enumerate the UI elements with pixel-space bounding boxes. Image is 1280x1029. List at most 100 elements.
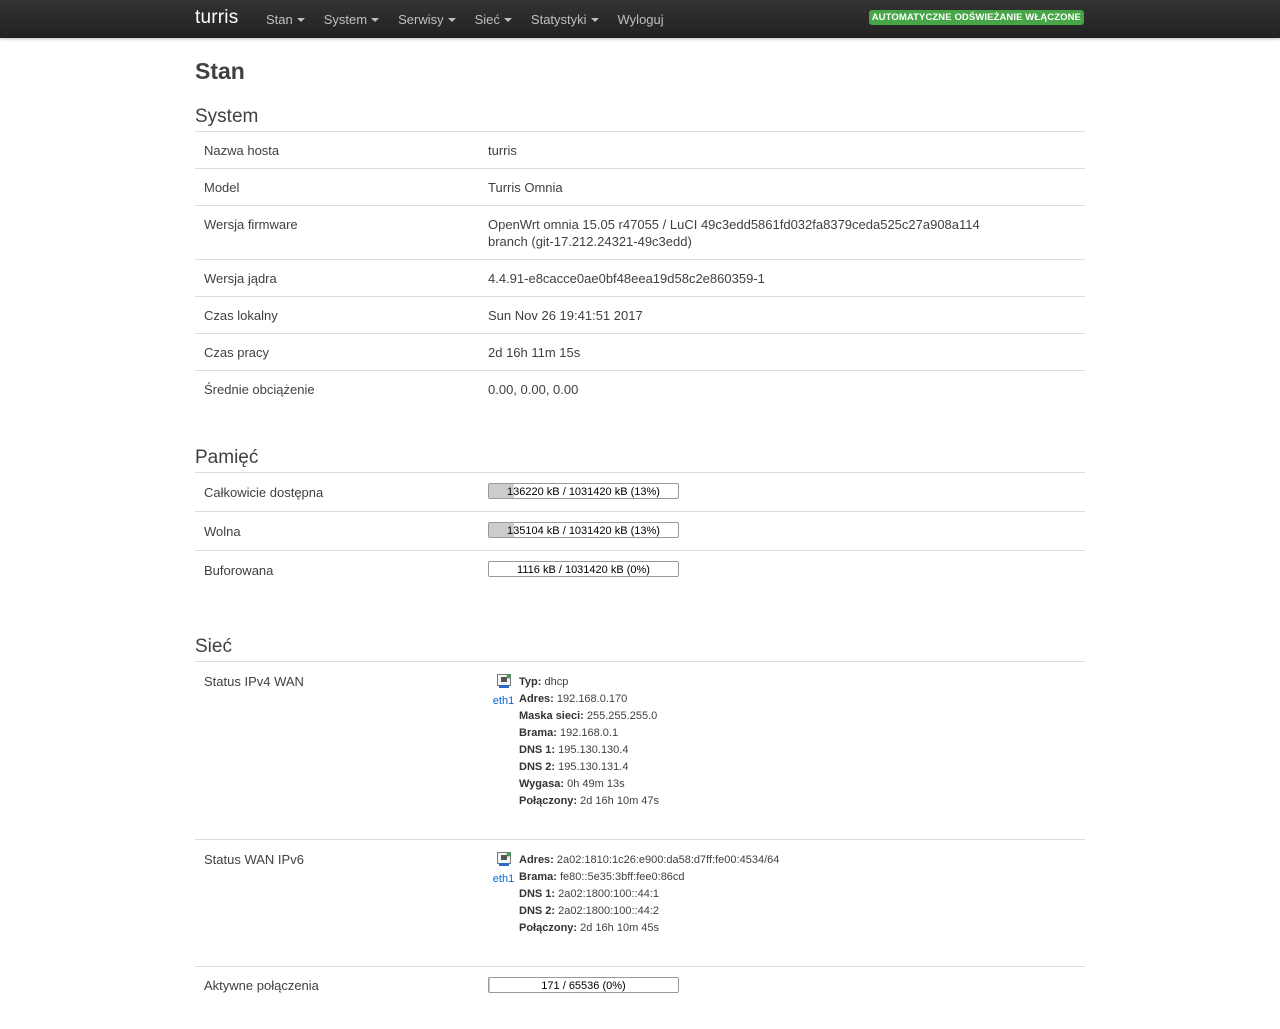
detail-key: Typ:	[519, 676, 542, 688]
memory-section: Pamięć Całkowicie dostępna 136220 kB / 1…	[195, 443, 1085, 590]
row-label: Wolna	[204, 524, 241, 539]
detail-value: 2a02:1800:100::44:1	[558, 888, 660, 900]
row-label: Wersja jądra	[204, 271, 277, 286]
progress-bar: 171 / 65536 (0%)	[488, 977, 679, 993]
row-value: eth1 Adres: 2a02:1810:1c26:e900:da58:d7f…	[488, 840, 1085, 966]
main-menu: Stan System Serwisy Sieć Statystyki Wylo…	[266, 0, 683, 38]
detail-key: Adres:	[519, 693, 554, 705]
detail-key: Adres:	[519, 854, 554, 866]
row-label: Status IPv4 WAN	[204, 674, 304, 689]
menu-wyloguj[interactable]: Wyloguj	[618, 0, 664, 38]
page-title: Stan	[195, 58, 245, 84]
detail-key: DNS 2:	[519, 761, 556, 773]
auto-refresh-badge[interactable]: AUTOMATYCZNE ODŚWIEŻANIE WŁĄCZONE	[868, 10, 1084, 25]
detail-line: Brama: 192.168.0.1	[519, 725, 659, 742]
detail-line: Wygasa: 0h 49m 13s	[519, 776, 659, 793]
table-row: Model Turris Omnia	[195, 169, 1085, 206]
detail-value: 192.168.0.170	[556, 693, 628, 705]
detail-line: Typ: dhcp	[519, 674, 659, 691]
table-row: Buforowana 1116 kB / 1031420 kB (0%)	[195, 551, 1085, 590]
table-row: Nazwa hosta turris	[195, 132, 1085, 169]
caret-down-icon	[503, 17, 512, 22]
table-row: Status WAN IPv6 eth1 Adres: 2a02:1810:1c…	[195, 840, 1085, 967]
menu-label: Stan	[266, 11, 293, 27]
progress-bar: 135104 kB / 1031420 kB (13%)	[488, 522, 679, 538]
detail-line: DNS 2: 195.130.131.4	[519, 759, 659, 776]
row-label: Nazwa hosta	[204, 143, 280, 158]
detail-line: Adres: 2a02:1810:1c26:e900:da58:d7ff:fe0…	[519, 852, 779, 869]
detail-value: 0h 49m 13s	[567, 778, 625, 790]
detail-line: Adres: 192.168.0.170	[519, 691, 659, 708]
menu-label: Sieć	[474, 11, 500, 27]
row-label: Aktywne połączenia	[204, 978, 319, 993]
interface-details: Adres: 2a02:1810:1c26:e900:da58:d7ff:fe0…	[519, 851, 779, 937]
interface-name: eth1	[492, 695, 515, 707]
caret-down-icon	[296, 17, 305, 22]
detail-key: Połączony:	[519, 795, 578, 807]
row-value: 136220 kB / 1031420 kB (13%)	[488, 473, 1085, 511]
detail-value: 2d 16h 10m 45s	[580, 922, 660, 934]
menu-statystyki[interactable]: Statystyki	[531, 0, 599, 38]
detail-line: DNS 1: 2a02:1800:100::44:1	[519, 886, 779, 903]
progress-bar: 1116 kB / 1031420 kB (0%)	[488, 561, 679, 577]
detail-key: DNS 1:	[519, 744, 556, 756]
table-row: Wolna 135104 kB / 1031420 kB (13%)	[195, 512, 1085, 551]
detail-value: 2d 16h 10m 47s	[580, 795, 660, 807]
menu-siec[interactable]: Sieć	[475, 0, 512, 38]
menu-label: Serwisy	[398, 11, 444, 27]
menu-system[interactable]: System	[323, 0, 380, 38]
progress-text: 1116 kB / 1031420 kB (0%)	[517, 564, 650, 576]
interface-details: Typ: dhcp Adres: 192.168.0.170 Maska sie…	[519, 673, 659, 810]
detail-key: Maska sieci:	[519, 710, 584, 722]
detail-line: Połączony: 2d 16h 10m 47s	[519, 793, 659, 810]
detail-value: 195.130.130.4	[558, 744, 629, 756]
detail-value: 2a02:1800:100::44:2	[558, 905, 660, 917]
row-label: Wersja firmware	[204, 217, 298, 232]
system-section: System Nazwa hosta turris Model Turris O…	[195, 102, 1085, 407]
detail-key: DNS 1:	[519, 888, 556, 900]
detail-value: 255.255.255.0	[586, 710, 658, 722]
interface-link[interactable]: eth1	[488, 673, 519, 810]
table-row: Czas pracy 2d 16h 11m 15s	[195, 334, 1085, 371]
progress-text: 171 / 65536 (0%)	[541, 980, 626, 992]
interface-name: eth1	[492, 873, 515, 885]
section-heading: System	[195, 102, 1085, 132]
row-value: turris	[488, 143, 517, 158]
detail-key: Brama:	[519, 727, 557, 739]
row-label: Buforowana	[204, 563, 274, 578]
interface-status: eth1 Adres: 2a02:1810:1c26:e900:da58:d7f…	[488, 840, 1085, 937]
detail-key: Wygasa:	[519, 778, 565, 790]
table-row: Wersja jądra 4.4.91-e8cacce0ae0bf48eea19…	[195, 260, 1085, 297]
detail-key: Połączony:	[519, 922, 578, 934]
detail-line: DNS 2: 2a02:1800:100::44:2	[519, 903, 779, 920]
detail-value: fe80::5e35:3bff:fee0:86cd	[559, 871, 685, 883]
interface-link[interactable]: eth1	[488, 851, 519, 937]
row-value: 4.4.91-e8cacce0ae0bf48eea19d58c2e860359-…	[488, 271, 765, 286]
row-label: Status WAN IPv6	[204, 852, 304, 867]
ethernet-port-icon	[496, 852, 511, 866]
row-value: Turris Omnia	[488, 180, 563, 195]
detail-value: 2a02:1810:1c26:e900:da58:d7ff:fe00:4534/…	[556, 854, 780, 866]
menu-stan[interactable]: Stan	[266, 0, 305, 38]
menu-serwisy[interactable]: Serwisy	[398, 0, 456, 38]
row-value: 0.00, 0.00, 0.00	[488, 382, 579, 397]
table-row: Status IPv4 WAN eth1 Typ: dhcp Adres: 19…	[195, 662, 1085, 840]
progress-text: 136220 kB / 1031420 kB (13%)	[507, 486, 660, 498]
top-navbar: turris Stan System Serwisy Sieć Statysty…	[0, 0, 1280, 38]
detail-value: 192.168.0.1	[559, 727, 619, 739]
row-value: 171 / 65536 (0%)	[488, 967, 1085, 1007]
table-row: Całkowicie dostępna 136220 kB / 1031420 …	[195, 473, 1085, 512]
menu-label: System	[323, 11, 368, 27]
detail-key: Brama:	[519, 871, 557, 883]
menu-label: Wyloguj	[617, 11, 664, 27]
detail-line: DNS 1: 195.130.130.4	[519, 742, 659, 759]
row-value: Sun Nov 26 19:41:51 2017	[488, 308, 643, 323]
brand-link[interactable]: turris	[195, 7, 238, 29]
detail-value: 195.130.131.4	[558, 761, 629, 773]
progress-bar: 136220 kB / 1031420 kB (13%)	[488, 483, 679, 499]
ethernet-port-icon	[496, 674, 511, 688]
table-row: Aktywne połączenia 171 / 65536 (0%)	[195, 967, 1085, 1007]
table-row: Wersja firmware OpenWrt omnia 15.05 r470…	[195, 206, 1085, 260]
caret-down-icon	[590, 17, 599, 22]
row-value: OpenWrt omnia 15.05 r47055 / LuCI 49c3ed…	[488, 217, 980, 249]
